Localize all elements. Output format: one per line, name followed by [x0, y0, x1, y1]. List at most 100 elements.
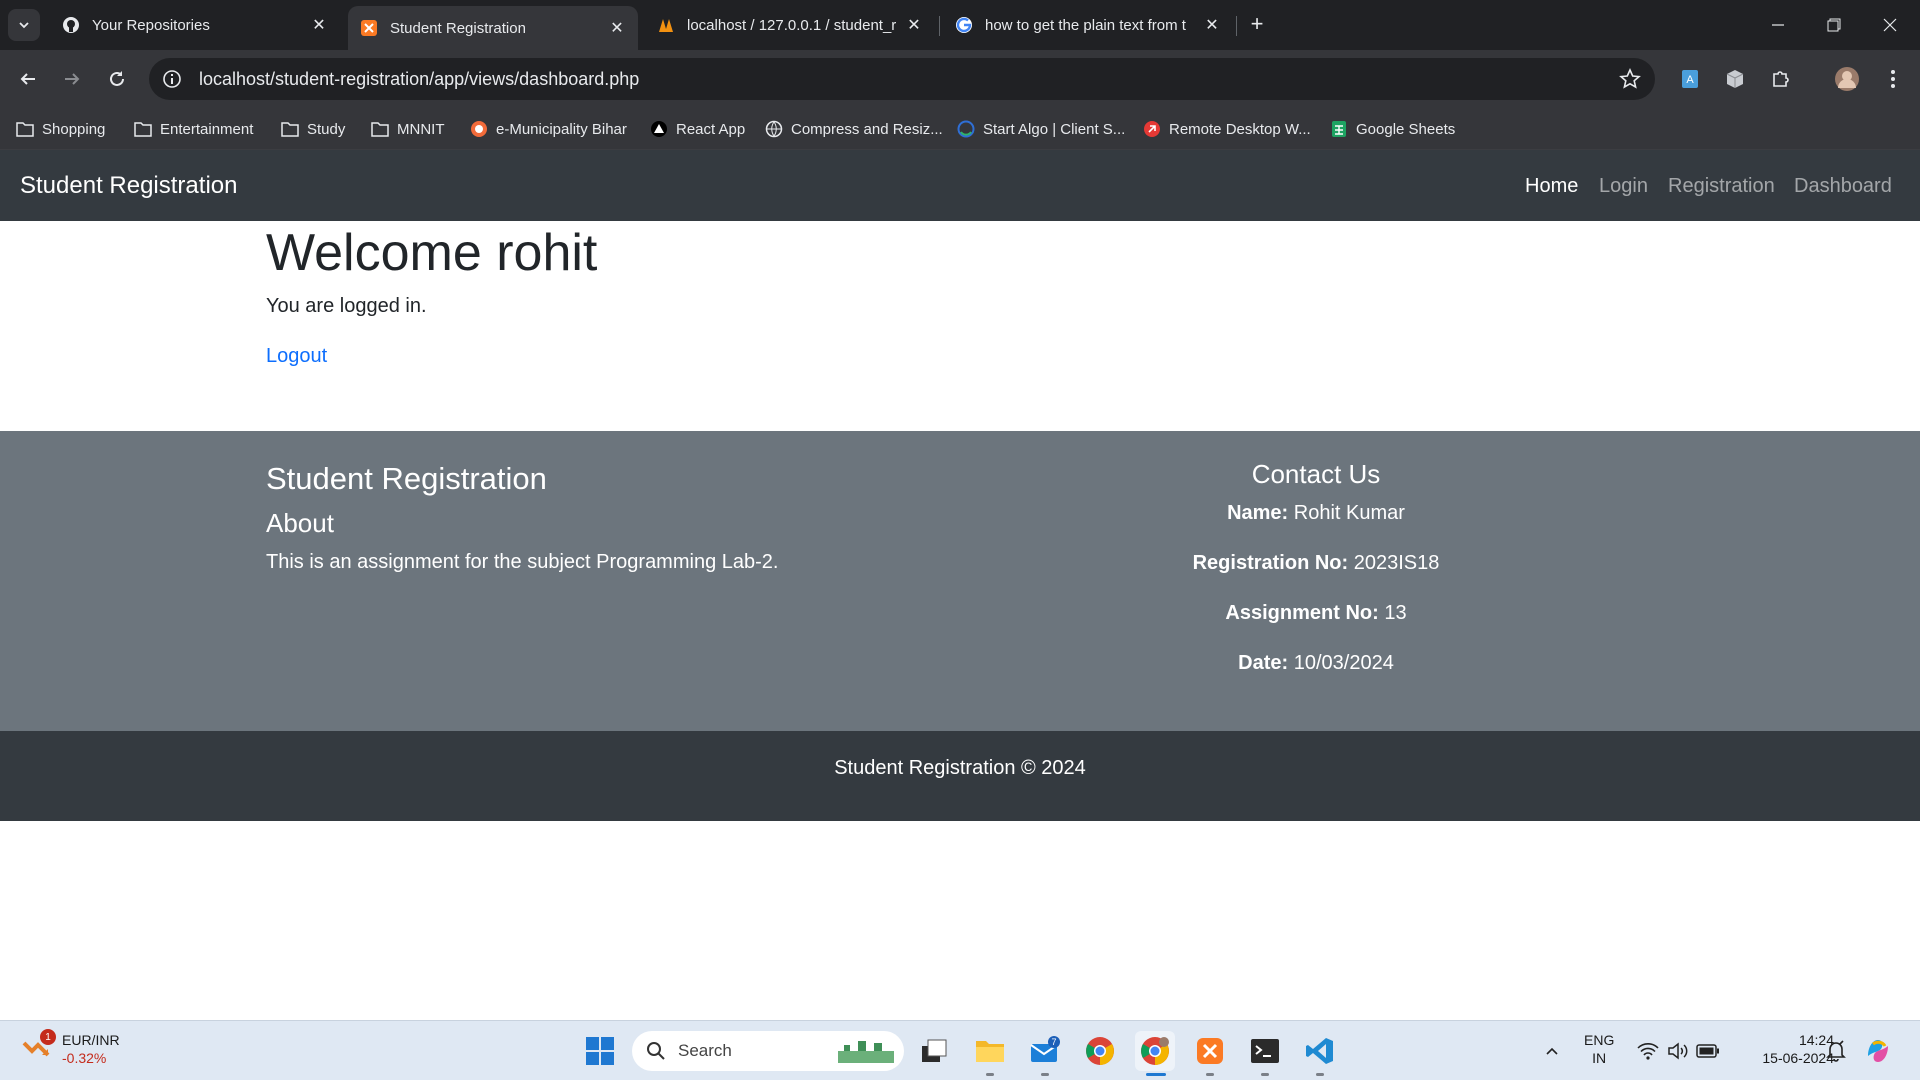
tab-separator [939, 16, 940, 36]
bookmark-google-sheets[interactable]: Google Sheets [1330, 108, 1455, 150]
tab-your-repositories[interactable]: Your Repositories ✕ [50, 6, 340, 44]
bookmark-e-municipality[interactable]: e-Municipality Bihar [470, 108, 627, 150]
navbar-brand[interactable]: Student Registration [20, 172, 237, 200]
copilot-button[interactable] [1858, 1031, 1898, 1071]
xampp-icon [360, 19, 378, 37]
contact-registration-row: Registration No: 2023IS18 [1116, 552, 1516, 602]
close-icon[interactable]: ✕ [608, 19, 626, 37]
bookmark-start-algo[interactable]: Start Algo | Client S... [957, 108, 1125, 150]
puzzle-extensions-icon[interactable] [1768, 66, 1794, 92]
nav-link-dashboard[interactable]: Dashboard [1794, 175, 1892, 198]
site-footer: Student Registration About This is an as… [0, 431, 1920, 731]
start-button[interactable] [580, 1031, 620, 1071]
site-info-icon[interactable] [161, 68, 183, 90]
widget-title: EUR/INR [62, 1032, 120, 1048]
close-icon[interactable]: ✕ [1203, 16, 1221, 34]
bookmark-label: Remote Desktop W... [1169, 120, 1311, 138]
copilot-icon [1868, 1040, 1888, 1062]
copyright-text: Student Registration © 2024 [834, 757, 1086, 779]
translate-extension-icon[interactable]: A [1677, 66, 1703, 92]
nav-link-registration[interactable]: Registration [1668, 175, 1775, 198]
remote-desktop-icon [1143, 120, 1161, 138]
folder-icon [281, 120, 299, 138]
forward-button[interactable] [56, 63, 88, 95]
taskbar-search[interactable]: Search [632, 1031, 904, 1071]
chevron-down-icon [19, 22, 29, 29]
new-tab-button[interactable]: + [1243, 10, 1271, 38]
profile-avatar[interactable] [1834, 66, 1860, 92]
contact-value: Rohit Kumar [1293, 502, 1405, 524]
close-icon[interactable]: ✕ [310, 16, 328, 34]
windows-taskbar: 1 EUR/INR -0.32% Search 7 ENG IN 14:24 1… [0, 1020, 1920, 1080]
restore-button[interactable] [1806, 0, 1862, 50]
show-hidden-icons-button[interactable] [1532, 1031, 1572, 1071]
windows-logo-icon [586, 1037, 614, 1065]
url-text[interactable]: localhost/student-registration/app/views… [199, 69, 639, 90]
contact-label: Date: [1238, 652, 1289, 674]
minimize-button[interactable] [1750, 0, 1806, 50]
notifications-button[interactable] [1816, 1031, 1856, 1071]
back-button[interactable] [12, 63, 44, 95]
mail-button[interactable]: 7 [1025, 1031, 1065, 1071]
close-window-button[interactable] [1862, 0, 1918, 50]
battery-status[interactable] [1688, 1031, 1728, 1071]
bookmark-compress[interactable]: Compress and Resiz... [765, 108, 943, 150]
terminal-button[interactable] [1245, 1031, 1285, 1071]
language-code: ENG [1584, 1032, 1615, 1048]
logout-link[interactable]: Logout [266, 345, 327, 368]
language-indicator[interactable]: ENG IN [1584, 1031, 1614, 1067]
vscode-icon [1306, 1038, 1333, 1064]
address-bar[interactable]: localhost/student-registration/app/views… [149, 58, 1655, 100]
nav-link-home[interactable]: Home [1525, 175, 1578, 198]
tab-google-search[interactable]: how to get the plain text from t ✕ [943, 6, 1233, 44]
cube-extension-icon[interactable] [1722, 66, 1748, 92]
contact-label: Assignment No: [1225, 602, 1379, 624]
globe-icon [765, 120, 783, 138]
reload-icon [110, 71, 124, 86]
bookmark-study[interactable]: Study [281, 108, 345, 150]
bookmark-shopping[interactable]: Shopping [16, 108, 105, 150]
vscode-button[interactable] [1300, 1031, 1340, 1071]
chrome-profile-icon [1141, 1037, 1169, 1065]
tab-phpmyadmin[interactable]: localhost / 127.0.0.1 / student_r ✕ [645, 6, 935, 44]
browser-toolbar: localhost/student-registration/app/views… [0, 50, 1920, 108]
task-view-button[interactable] [914, 1031, 954, 1071]
bookmark-react-app[interactable]: React App [650, 108, 745, 150]
startalgo-icon [957, 120, 975, 138]
tab-student-registration[interactable]: Student Registration ✕ [348, 6, 638, 50]
reload-button[interactable] [101, 63, 133, 95]
stock-widget[interactable]: 1 EUR/INR -0.32% [20, 1029, 120, 1067]
chrome-button[interactable] [1080, 1031, 1120, 1071]
tab-search-button[interactable] [8, 9, 40, 41]
bookmark-mnnit[interactable]: MNNIT [371, 108, 445, 150]
chrome-profile-button[interactable] [1135, 1031, 1175, 1071]
bookmark-label: Shopping [42, 120, 106, 138]
chevron-up-icon [1546, 1047, 1558, 1055]
phpmyadmin-icon [657, 16, 675, 34]
nav-link-login[interactable]: Login [1599, 175, 1648, 198]
bookmark-star-icon[interactable] [1619, 68, 1641, 90]
tab-title: Your Repositories [92, 16, 210, 34]
bookmark-entertainment[interactable]: Entertainment [134, 108, 253, 150]
xampp-button[interactable] [1190, 1031, 1230, 1071]
file-explorer-button[interactable] [970, 1031, 1010, 1071]
notification-bell-icon [1826, 1040, 1846, 1062]
svg-text:A: A [1686, 74, 1694, 86]
chrome-icon [1086, 1037, 1114, 1065]
google-icon [955, 16, 973, 34]
close-icon[interactable]: ✕ [905, 16, 923, 34]
tab-title: Student Registration [390, 19, 526, 37]
restore-icon [1827, 18, 1841, 32]
about-heading: About [266, 508, 334, 538]
site-navbar: Student Registration Home Login Registra… [0, 150, 1920, 221]
bookmark-remote-desktop[interactable]: Remote Desktop W... [1143, 108, 1311, 150]
search-highlight-icon [838, 1041, 894, 1063]
react-app-icon [650, 120, 668, 138]
tab-separator [1236, 16, 1237, 36]
folder-icon [16, 120, 34, 138]
browser-menu-icon[interactable] [1880, 66, 1906, 92]
bookmark-label: Google Sheets [1356, 120, 1456, 138]
close-icon [1883, 18, 1897, 32]
bookmark-label: React App [676, 120, 746, 138]
xampp-icon [1197, 1038, 1223, 1064]
